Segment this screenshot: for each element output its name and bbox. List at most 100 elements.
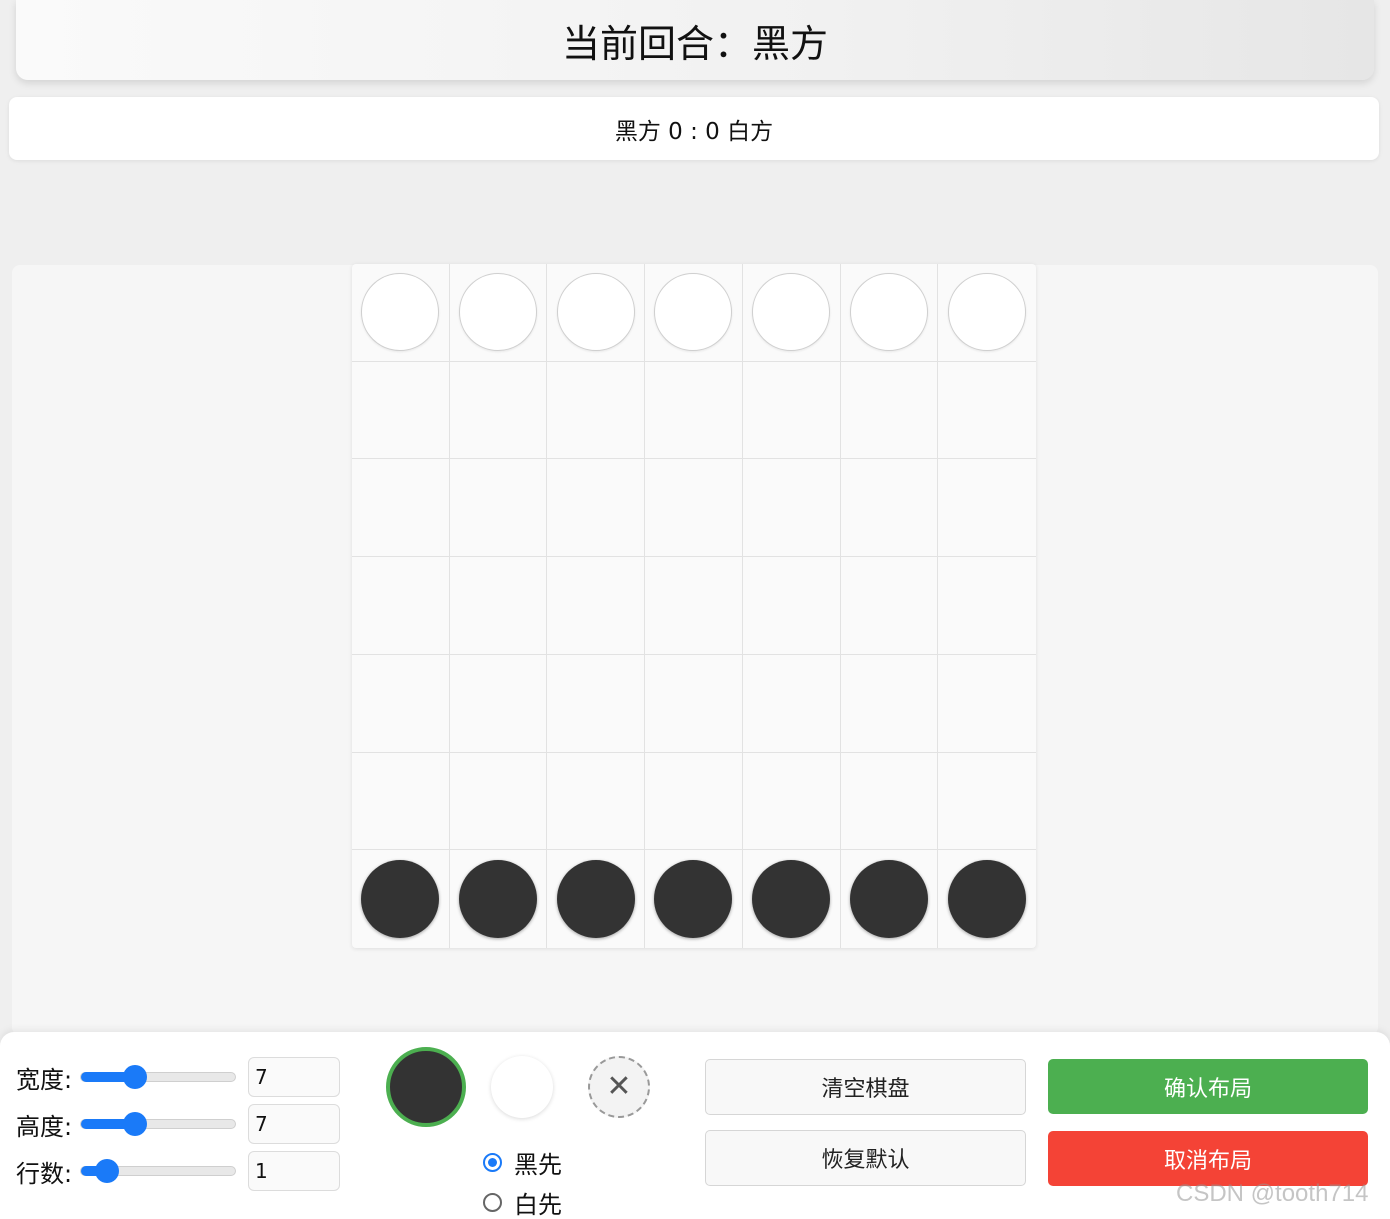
board-cell[interactable] [938, 753, 1036, 851]
board-cell[interactable] [742, 752, 841, 851]
watermark: CSDN @tooth714 [1176, 1180, 1369, 1207]
board-cell[interactable] [449, 752, 548, 851]
height-slider[interactable] [80, 1112, 236, 1136]
board-cell[interactable] [938, 557, 1036, 655]
white-first-label: 白先 [514, 1191, 562, 1219]
black-piece[interactable] [752, 860, 831, 939]
board-cell[interactable] [547, 459, 646, 558]
rows-slider[interactable] [80, 1159, 236, 1183]
black-piece[interactable] [654, 860, 733, 939]
board-cell[interactable] [352, 557, 450, 655]
board-cell[interactable] [742, 361, 841, 460]
board-cell[interactable] [547, 361, 646, 460]
white-piece-selector[interactable] [491, 1056, 553, 1118]
board-cell[interactable] [547, 752, 646, 851]
confirm-layout-label: 确认布局 [1163, 1076, 1252, 1102]
white-piece[interactable] [948, 273, 1027, 352]
turn-banner: 当前回合：黑方 [16, 0, 1374, 80]
board-cell[interactable] [742, 459, 841, 558]
board-cell[interactable] [645, 361, 743, 460]
board-cell[interactable] [645, 850, 743, 948]
white-piece[interactable] [849, 273, 928, 352]
board-cell[interactable] [938, 459, 1036, 558]
rows-label: 行数: [16, 1159, 73, 1188]
game-board [352, 264, 1036, 948]
board-cell[interactable] [547, 654, 646, 753]
width-slider-thumb[interactable] [122, 1065, 147, 1089]
width-input[interactable]: 7 [248, 1057, 340, 1097]
board-cell[interactable] [840, 361, 939, 460]
board-cell[interactable] [352, 850, 450, 948]
score-text: 黑方 0 : 0 白方 [614, 118, 774, 145]
board-cell[interactable] [938, 850, 1036, 948]
board-cell[interactable] [352, 264, 450, 362]
black-piece[interactable] [459, 860, 538, 939]
board-cell[interactable] [645, 752, 743, 851]
cancel-layout-label: 取消布局 [1163, 1148, 1252, 1174]
rows-input[interactable]: 1 [248, 1151, 340, 1191]
board-cell[interactable] [841, 850, 939, 948]
board-cell[interactable] [840, 264, 939, 362]
clear-board-button[interactable]: 清空棋盘 [705, 1059, 1026, 1115]
board-cell[interactable] [840, 557, 939, 655]
black-first-radio[interactable] [483, 1153, 502, 1172]
board-cell[interactable] [938, 264, 1036, 362]
width-control: 宽度: [16, 1057, 236, 1097]
white-piece[interactable] [752, 273, 831, 352]
board-cell[interactable] [352, 459, 450, 558]
clear-board-label: 清空棋盘 [821, 1077, 910, 1102]
white-piece[interactable] [556, 273, 635, 352]
white-piece[interactable] [459, 273, 538, 352]
white-piece[interactable] [361, 273, 440, 352]
white-piece[interactable] [654, 273, 733, 352]
width-label: 宽度: [16, 1065, 73, 1094]
board-cell[interactable] [352, 361, 450, 460]
black-piece[interactable] [849, 860, 928, 939]
width-slider[interactable] [80, 1065, 236, 1089]
board-cell[interactable] [352, 752, 450, 851]
height-slider-thumb[interactable] [122, 1112, 147, 1136]
board-cell[interactable] [449, 361, 548, 460]
white-first-option[interactable]: 白先 [483, 1185, 562, 1219]
board-cell[interactable] [645, 264, 743, 362]
confirm-layout-button[interactable]: 确认布局 [1048, 1059, 1368, 1114]
board-cell[interactable] [645, 557, 743, 655]
black-first-label: 黑先 [514, 1151, 562, 1179]
board-cell[interactable] [449, 264, 548, 362]
erase-selector[interactable]: ✕ [588, 1056, 650, 1118]
rows-slider-thumb[interactable] [95, 1159, 120, 1183]
board-cell[interactable] [449, 654, 548, 753]
board-cell[interactable] [449, 557, 548, 655]
board-cell[interactable] [449, 459, 548, 558]
board-cell[interactable] [645, 654, 743, 753]
black-first-option[interactable]: 黑先 [483, 1145, 562, 1180]
reset-default-button[interactable]: 恢复默认 [705, 1130, 1026, 1186]
black-piece[interactable] [361, 860, 440, 939]
black-piece[interactable] [556, 860, 635, 939]
cancel-layout-button[interactable]: 取消布局 [1048, 1131, 1368, 1186]
close-icon: ✕ [606, 1069, 632, 1104]
black-piece[interactable] [948, 860, 1027, 939]
board-cell[interactable] [742, 264, 841, 362]
black-piece-selector[interactable] [386, 1047, 466, 1127]
board-cell[interactable] [547, 264, 646, 362]
board-cell[interactable] [742, 557, 841, 655]
turn-text: 当前回合：黑方 [561, 21, 828, 66]
reset-default-label: 恢复默认 [821, 1148, 910, 1173]
board-cell[interactable] [743, 850, 841, 948]
height-label: 高度: [16, 1112, 73, 1141]
board-cell[interactable] [938, 362, 1036, 460]
score-bar: 黑方 0 : 0 白方 [9, 97, 1379, 160]
height-input[interactable]: 7 [248, 1104, 340, 1144]
board-cell[interactable] [742, 654, 841, 753]
board-cell[interactable] [840, 752, 939, 851]
board-cell[interactable] [352, 654, 450, 753]
board-cell[interactable] [840, 654, 939, 753]
board-cell[interactable] [938, 655, 1036, 753]
board-cell[interactable] [645, 459, 743, 558]
board-cell[interactable] [547, 557, 646, 655]
board-cell[interactable] [450, 850, 548, 948]
board-cell[interactable] [547, 850, 646, 948]
board-cell[interactable] [840, 459, 939, 558]
white-first-radio[interactable] [483, 1193, 502, 1212]
